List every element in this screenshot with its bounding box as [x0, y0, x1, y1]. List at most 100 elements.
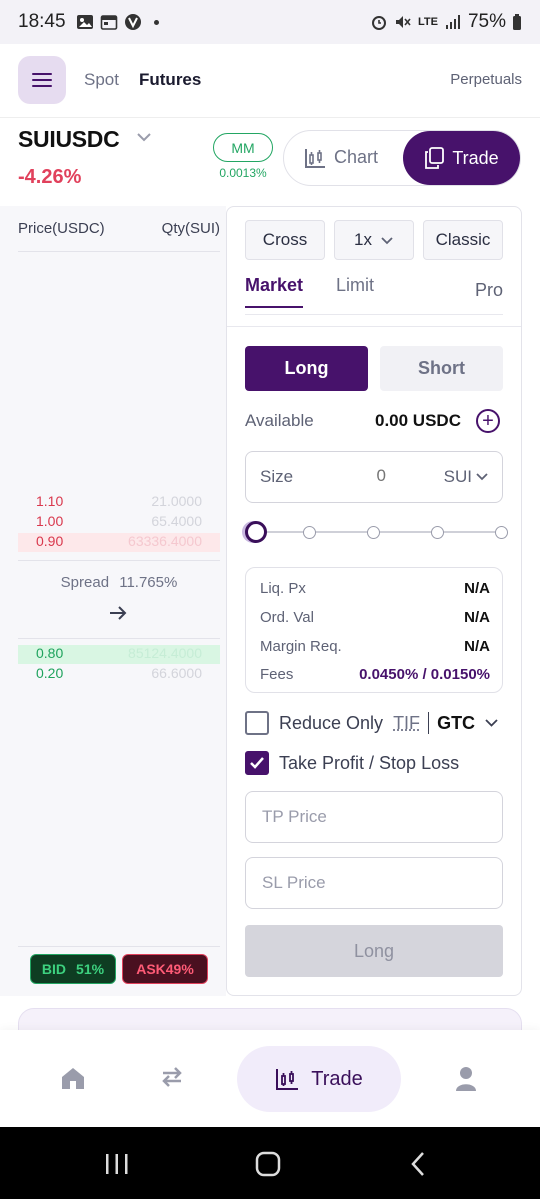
long-side-button[interactable]: Long — [245, 346, 368, 391]
tp-price-input[interactable]: TP Price — [245, 791, 503, 843]
info-row: Fees 0.0450% / 0.0150% — [260, 666, 490, 683]
order-book: Price(USDC) Qty(SUI) 1.10 21.0000 1.00 6… — [0, 206, 226, 996]
order-info-box: Liq. Px N/A Ord. Val N/A Margin Req. N/A… — [245, 567, 503, 693]
short-side-button[interactable]: Short — [380, 346, 503, 391]
spread: Spread 11.765% — [18, 574, 220, 591]
info-label: Margin Req. — [260, 638, 342, 655]
layout-button[interactable]: Classic — [423, 220, 503, 260]
bid-row[interactable]: 0.80 85124.4000 — [18, 645, 220, 664]
tab-pro[interactable]: Pro — [475, 280, 503, 301]
submit-long-button[interactable]: Long — [245, 925, 503, 977]
perpetuals-link[interactable]: Perpetuals — [450, 71, 522, 88]
order-type-tabs: Market Limit Pro — [245, 275, 503, 315]
leverage-button[interactable]: 1x — [334, 220, 414, 260]
info-label: Ord. Val — [260, 609, 314, 626]
ask-qty: 63336.4000 — [128, 533, 202, 549]
swap-icon[interactable] — [160, 1066, 184, 1088]
menu-button[interactable] — [18, 56, 66, 104]
ask-row[interactable]: 1.00 65.4000 — [18, 513, 220, 532]
size-input[interactable] — [326, 466, 386, 486]
info-value: N/A — [464, 609, 490, 626]
pair-selector[interactable]: SUIUSDC — [18, 126, 120, 153]
chevron-down-icon[interactable] — [136, 132, 152, 142]
tif-label[interactable]: TIF — [393, 713, 420, 734]
qty-column-header: Qty(SUI) — [161, 220, 220, 237]
info-label: Liq. Px — [260, 580, 306, 597]
arrow-right-icon[interactable] — [108, 604, 128, 622]
tab-futures[interactable]: Futures — [139, 70, 201, 90]
trade-view-label: Trade — [452, 147, 499, 168]
v-badge-icon — [124, 14, 141, 30]
profile-icon[interactable] — [455, 1066, 477, 1092]
slider-stop[interactable] — [495, 526, 508, 539]
gallery-icon — [76, 15, 93, 29]
add-funds-icon[interactable]: + — [476, 409, 500, 433]
slider-thumb[interactable] — [245, 521, 267, 543]
mm-badge[interactable]: MM — [213, 133, 273, 162]
trade-view-button[interactable]: Trade — [403, 131, 520, 185]
reduce-only-label[interactable]: Reduce Only — [279, 713, 383, 734]
ask-qty: 21.0000 — [151, 493, 202, 509]
slider-stop[interactable] — [367, 526, 380, 539]
chart-view-label: Chart — [334, 147, 379, 167]
available-balance: 0.00 USDC — [375, 411, 461, 430]
divider — [428, 712, 430, 734]
ask-row[interactable]: 1.10 21.0000 — [18, 493, 220, 512]
alarm-icon — [372, 16, 386, 30]
tpsl-row: Take Profit / Stop Loss — [245, 751, 459, 775]
battery-icon — [513, 14, 521, 30]
network-label: LTE — [418, 16, 438, 28]
bid-row[interactable]: 0.20 66.6000 — [18, 665, 220, 684]
ask-price: 1.00 — [36, 513, 64, 529]
reduce-only-checkbox[interactable] — [245, 711, 269, 735]
tpsl-checkbox[interactable] — [245, 751, 269, 775]
size-field[interactable]: Size SUI — [245, 451, 503, 503]
back-icon[interactable] — [410, 1151, 426, 1177]
leverage-value: 1x — [354, 230, 372, 249]
size-unit-selector[interactable]: SUI — [444, 467, 488, 487]
status-bar: 18:45 LTE 75% — [0, 0, 540, 44]
divider — [18, 638, 220, 639]
size-slider[interactable] — [245, 521, 508, 543]
ask-qty: 65.4000 — [151, 513, 202, 529]
nav-trade-button[interactable]: Trade — [237, 1046, 401, 1112]
view-toggle: Chart Trade — [283, 130, 521, 186]
ask-price: 0.90 — [36, 533, 64, 549]
slider-stop[interactable] — [431, 526, 444, 539]
divider — [18, 946, 220, 947]
notification-dot — [153, 19, 159, 25]
calendar-icon — [100, 15, 117, 30]
slider-track[interactable] — [255, 531, 505, 533]
tab-market[interactable]: Market — [245, 275, 304, 308]
bottom-nav: Trade — [0, 1030, 540, 1127]
spread-value: 11.765% — [119, 574, 178, 591]
document-copy-icon — [425, 147, 445, 169]
recent-apps-icon[interactable] — [104, 1153, 130, 1175]
tpsl-label[interactable]: Take Profit / Stop Loss — [279, 753, 459, 774]
bid-label: BID — [41, 961, 67, 977]
slider-stop[interactable] — [303, 526, 316, 539]
bid-price: 0.20 — [36, 665, 64, 681]
ask-ratio-badge: ASK49% — [122, 954, 208, 984]
bid-price: 0.80 — [36, 645, 64, 661]
margin-mode-button[interactable]: Cross — [245, 220, 325, 260]
tab-spot[interactable]: Spot — [84, 70, 119, 90]
available-label: Available — [245, 411, 314, 430]
home-icon[interactable] — [60, 1066, 86, 1090]
chevron-down-icon — [476, 473, 488, 481]
tab-limit[interactable]: Limit — [336, 275, 374, 296]
tif-value: GTC — [437, 712, 476, 733]
info-row: Margin Req. N/A — [260, 638, 490, 655]
bid-percent: 51% — [76, 961, 105, 977]
size-label: Size — [260, 467, 294, 486]
nav-trade-label: Trade — [311, 1067, 363, 1090]
chart-view-button[interactable]: Chart — [304, 147, 378, 168]
hamburger-menu-icon — [32, 73, 52, 87]
tif-selector[interactable]: GTC — [437, 713, 498, 734]
divider — [227, 326, 521, 327]
sl-price-input[interactable]: SL Price — [245, 857, 503, 909]
home-button-icon[interactable] — [255, 1151, 281, 1177]
info-value: N/A — [464, 638, 490, 655]
ask-row[interactable]: 0.90 63336.4000 — [18, 533, 220, 552]
price-column-header: Price(USDC) — [18, 220, 105, 237]
